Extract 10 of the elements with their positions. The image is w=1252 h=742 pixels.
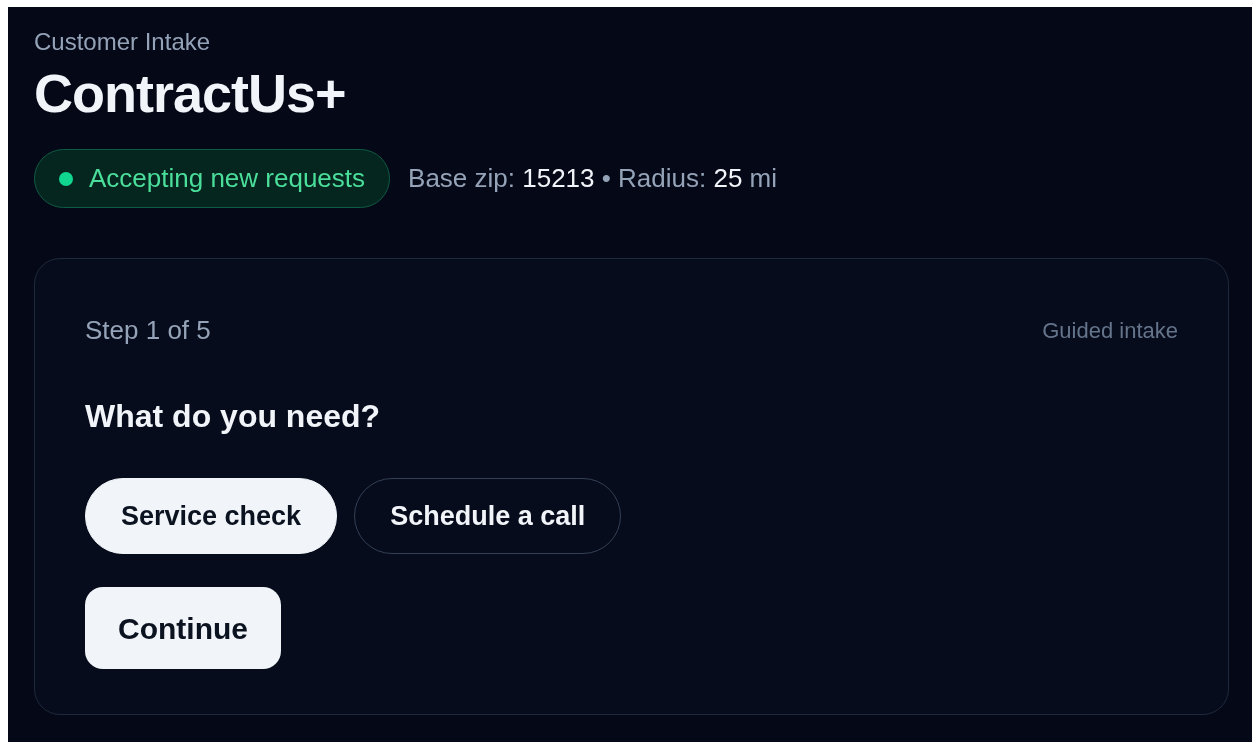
mode-label: Guided intake (1042, 317, 1178, 345)
page-eyebrow: Customer Intake (34, 27, 212, 57)
service-area-text: Base zip: 15213 • Radius: 25 mi (408, 162, 778, 195)
option-chip[interactable]: Service check (85, 478, 338, 554)
question-heading: What do you need? (85, 397, 382, 436)
continue-button[interactable]: Continue (85, 587, 281, 669)
option-chip[interactable]: Schedule a call (354, 478, 622, 554)
app-title: ContractUs+ (34, 62, 347, 125)
step-indicator: Step 1 of 5 (85, 314, 211, 347)
status-label: Accepting new requests (89, 162, 366, 195)
